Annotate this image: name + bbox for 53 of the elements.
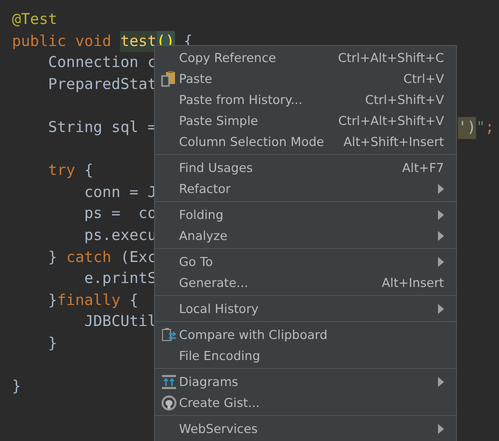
code-text: try bbox=[47, 160, 76, 182]
code-text: (Exc bbox=[119, 246, 156, 268]
shortcut-text: Alt+Shift+Insert bbox=[344, 134, 444, 148]
menu-item[interactable]: Diagrams bbox=[155, 371, 456, 392]
submenu-arrow-icon bbox=[438, 230, 444, 240]
code-text: finally bbox=[57, 290, 120, 311]
menu-item[interactable]: Paste from History... Ctrl+Shift+V bbox=[155, 89, 456, 110]
menu-item[interactable]: Local History bbox=[155, 298, 456, 319]
submenu-arrow-icon bbox=[438, 256, 444, 266]
code-text: " bbox=[476, 116, 486, 138]
code-text: ps.execu bbox=[83, 224, 156, 246]
code-text: PreparedStat bbox=[47, 74, 156, 95]
code-text: { bbox=[83, 160, 94, 182]
menu-item[interactable]: Create Gist... bbox=[155, 392, 456, 413]
shortcut-text: Ctrl+Shift+V bbox=[365, 92, 444, 106]
menu-item[interactable]: File Encoding bbox=[155, 345, 456, 366]
code-text: e.printS bbox=[83, 268, 156, 290]
menu-item[interactable]: Paste Simple Ctrl+Alt+Shift+V bbox=[155, 110, 456, 131]
menu-item[interactable]: Compare with Clipboard bbox=[155, 324, 456, 345]
submenu-arrow-icon bbox=[438, 424, 444, 434]
code-text: JDBCUtil bbox=[83, 311, 156, 332]
code-text: ; bbox=[485, 116, 494, 138]
menu-item[interactable]: Find Usages Alt+F7 bbox=[155, 157, 456, 178]
shortcut-text: Alt+Insert bbox=[382, 276, 444, 290]
code-text: catch bbox=[66, 246, 112, 268]
code-text: test bbox=[120, 30, 156, 52]
compare-icon bbox=[161, 326, 177, 342]
submenu-arrow-icon bbox=[438, 304, 444, 314]
code-text: { bbox=[128, 290, 138, 311]
menu-item[interactable]: Analyze bbox=[155, 225, 456, 246]
code-text: } bbox=[12, 376, 22, 398]
submenu-arrow-icon bbox=[438, 376, 444, 386]
menu-item[interactable]: Refactor bbox=[155, 178, 456, 199]
code-text: } bbox=[47, 246, 58, 268]
menu-item[interactable]: Paste Ctrl+V bbox=[155, 68, 456, 89]
submenu-arrow-icon bbox=[438, 184, 444, 194]
menu-item[interactable]: Generate... Alt+Insert bbox=[155, 272, 456, 293]
code-text: } bbox=[47, 332, 58, 354]
menu-item[interactable]: Folding bbox=[155, 204, 456, 225]
submenu-arrow-icon bbox=[438, 210, 444, 220]
menu-item[interactable]: Go To bbox=[155, 251, 456, 272]
menu-item[interactable]: WebServices bbox=[155, 418, 456, 439]
code-text: ') bbox=[458, 116, 476, 139]
code-text: @Test bbox=[12, 9, 58, 30]
menu-item[interactable]: Column Selection Mode Alt+Shift+Insert bbox=[155, 131, 456, 152]
shortcut-text: Ctrl+Alt+Shift+V bbox=[338, 114, 444, 128]
code-text: public void bbox=[12, 30, 112, 52]
diagram-icon bbox=[161, 374, 177, 390]
code-text: } bbox=[47, 290, 58, 311]
shortcut-text: Alt+F7 bbox=[402, 160, 444, 174]
clipboard-icon bbox=[161, 70, 177, 86]
shortcut-text: Ctrl+Alt+Shift+C bbox=[338, 50, 444, 64]
shortcut-text: Ctrl+V bbox=[403, 72, 444, 86]
